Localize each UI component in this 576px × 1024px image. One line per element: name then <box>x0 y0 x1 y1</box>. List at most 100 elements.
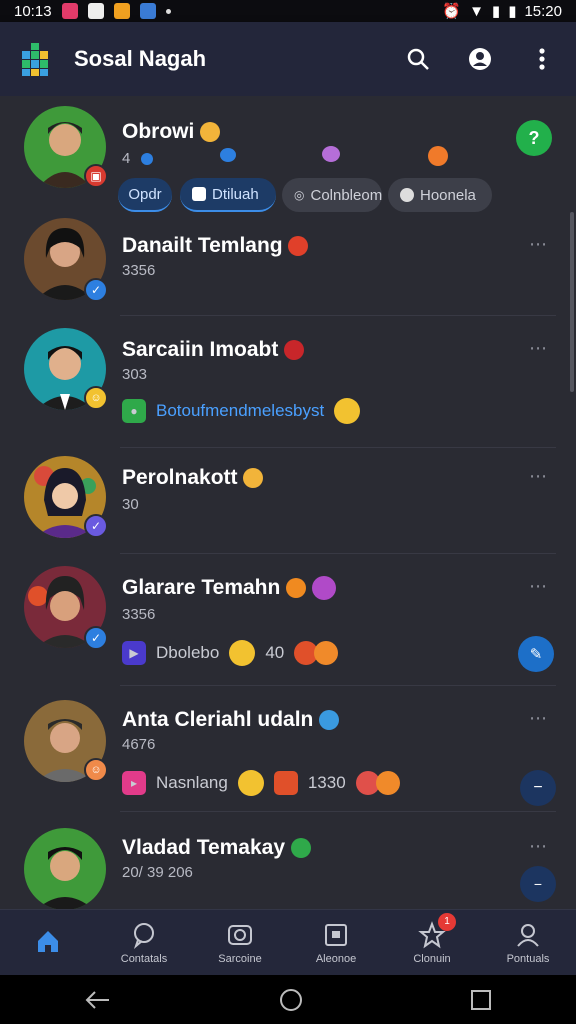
nav-pontuals[interactable]: Pontuals <box>486 921 570 965</box>
wifi-icon: ▼ <box>469 2 484 20</box>
account-button[interactable] <box>466 45 494 73</box>
emoji-icon <box>290 838 311 859</box>
chip-filter[interactable]: Opdr <box>118 178 172 212</box>
clock: 15:20 <box>524 2 562 20</box>
chat-name-row: Perolnakott <box>122 466 264 490</box>
chat-bubble-icon <box>133 922 154 949</box>
chip-label: Dtiluah <box>212 185 259 203</box>
bottom-nav: Contatals Sarcoine Aleonoe 1 Clonuin Pon… <box>0 909 576 975</box>
chat-name-row: Obrowi <box>122 120 221 144</box>
message-count: 40 <box>265 643 285 662</box>
nav-sarcoine[interactable]: Sarcoine <box>198 921 282 965</box>
notification-icon <box>61 3 78 19</box>
compose-button[interactable]: ✎ <box>518 636 554 672</box>
chat-row[interactable]: ☺ Sarcaiin Imoabt 303 ● Botoufmendmelesb… <box>0 316 576 448</box>
chat-name: Glarare Temahn <box>122 576 281 599</box>
chat-row[interactable]: ✓ Glarare Temahn 3356 ▶ Dbolebo 40 ⋯ ✎ <box>0 554 576 686</box>
home-circle-icon[interactable] <box>278 987 304 1013</box>
avatar <box>24 828 106 909</box>
nav-label: Contatals <box>120 952 168 965</box>
message-text: Dbolebo <box>156 643 220 662</box>
emoji-icon <box>312 576 337 601</box>
nav-label: Aleonoe <box>315 952 357 965</box>
chip-label: Colnbleom <box>310 186 383 204</box>
chat-row[interactable]: ✓ Perolnakott 30 ⋯ <box>0 448 576 554</box>
nav-contacts[interactable]: Contatals <box>102 921 186 965</box>
emoji-icon <box>284 340 305 361</box>
emoji-icon <box>286 578 307 599</box>
notification-icon <box>139 3 156 19</box>
emoji-icon <box>200 122 221 143</box>
emoji-icon <box>288 236 309 257</box>
back-icon[interactable] <box>83 988 113 1012</box>
more-icon[interactable]: ⋯ <box>529 708 548 729</box>
person-icon <box>517 923 539 947</box>
verified-badge: ✓ <box>84 626 108 650</box>
overflow-menu-button[interactable] <box>528 45 556 73</box>
search-button[interactable] <box>404 45 432 73</box>
chat-count: 3356 <box>122 262 156 279</box>
chat-row[interactable]: Vladad Temakay 20/ 39 206 ⋯ <box>0 812 576 909</box>
notification-icon <box>113 3 130 19</box>
notification-badge: 1 <box>438 912 456 931</box>
collapse-button[interactable]: − <box>520 770 556 806</box>
chat-name-row: Sarcaiin Imoabt <box>122 338 305 362</box>
more-icon[interactable]: ⋯ <box>529 576 548 597</box>
app-icon: ● <box>122 399 146 423</box>
message-preview: ● Botoufmendmelesbyst <box>122 398 361 424</box>
chip-label: Hoonela <box>420 186 476 204</box>
camera-icon <box>228 924 252 945</box>
message-count: 1330 <box>307 773 346 792</box>
search-icon <box>407 48 429 70</box>
flag-icon: ▸ <box>122 771 146 795</box>
signal-icon: ▮ <box>491 3 501 20</box>
chat-row[interactable]: ☺ Anta Cleriahl udaln 4676 ▸ Nasnlang 13… <box>0 686 576 902</box>
chat-name-row: Danailt Temlang <box>122 234 309 258</box>
account-circle-icon <box>469 48 491 70</box>
smile-emoji-icon <box>237 770 264 796</box>
chat-name: Obrowi <box>122 120 195 143</box>
new-chat-button[interactable]: ? <box>516 120 552 156</box>
emoji-icon <box>375 771 400 795</box>
screen-icon <box>325 923 347 946</box>
more-icon[interactable]: ⋯ <box>529 338 548 359</box>
dot-icon <box>140 153 153 166</box>
chat-name-row: Anta Cleriahl udaln <box>122 708 340 732</box>
chat-row[interactable]: ✓ Danailt Temlang 3356 ⋯ <box>0 214 576 316</box>
chat-name: Vladad Temakay <box>122 836 286 859</box>
more-icon[interactable]: ⋯ <box>529 466 548 487</box>
verified-badge: ✓ <box>84 514 108 538</box>
chat-name: Anta Cleriahl udaln <box>122 708 314 731</box>
sticker-icon <box>428 146 448 166</box>
status-badge: ▣ <box>84 164 108 188</box>
emoji-icon <box>319 710 340 731</box>
alarm-icon: ⏰ <box>442 3 462 20</box>
smile-emoji-icon <box>229 640 256 666</box>
emoji-icon <box>243 468 264 489</box>
chip-filter[interactable]: ◎ Colnbleom <box>282 178 382 212</box>
chat-name-row: Glarare Temahn <box>122 576 337 601</box>
more-icon[interactable]: ⋯ <box>529 836 548 857</box>
play-icon: ▶ <box>122 641 146 665</box>
nav-home[interactable] <box>6 927 90 959</box>
emoji-icon <box>314 641 339 665</box>
message-text: Nasnlang <box>156 773 228 792</box>
gift-icon <box>273 771 298 795</box>
sticker-icon <box>322 146 340 162</box>
chip-filter[interactable]: Dtiluah <box>180 178 276 212</box>
more-notifications-dot <box>165 8 171 14</box>
recents-icon[interactable] <box>469 988 493 1012</box>
chat-count: 3356 <box>122 606 156 623</box>
message-text: Botoufmendmelesbyst <box>156 401 325 420</box>
notification-icon <box>87 3 104 19</box>
nav-clonuin[interactable]: 1 Clonuin <box>390 912 474 965</box>
chat-row[interactable]: ▣ Obrowi 4 ? Opdr Dtiluah ◎ Colnbleom Hoo… <box>0 96 576 214</box>
chip-filter[interactable]: Hoonela <box>388 178 492 212</box>
message-preview: ▶ Dbolebo 40 <box>122 640 339 666</box>
more-icon[interactable]: ⋯ <box>529 234 548 255</box>
app-bar: Sosal Nagah <box>0 22 576 96</box>
home-icon <box>38 930 58 952</box>
chat-list[interactable]: ▣ Obrowi 4 ? Opdr Dtiluah ◎ Colnbleom Hoo… <box>0 96 576 909</box>
nav-aleonoe[interactable]: Aleonoe <box>294 921 378 965</box>
chat-name: Perolnakott <box>122 466 238 489</box>
